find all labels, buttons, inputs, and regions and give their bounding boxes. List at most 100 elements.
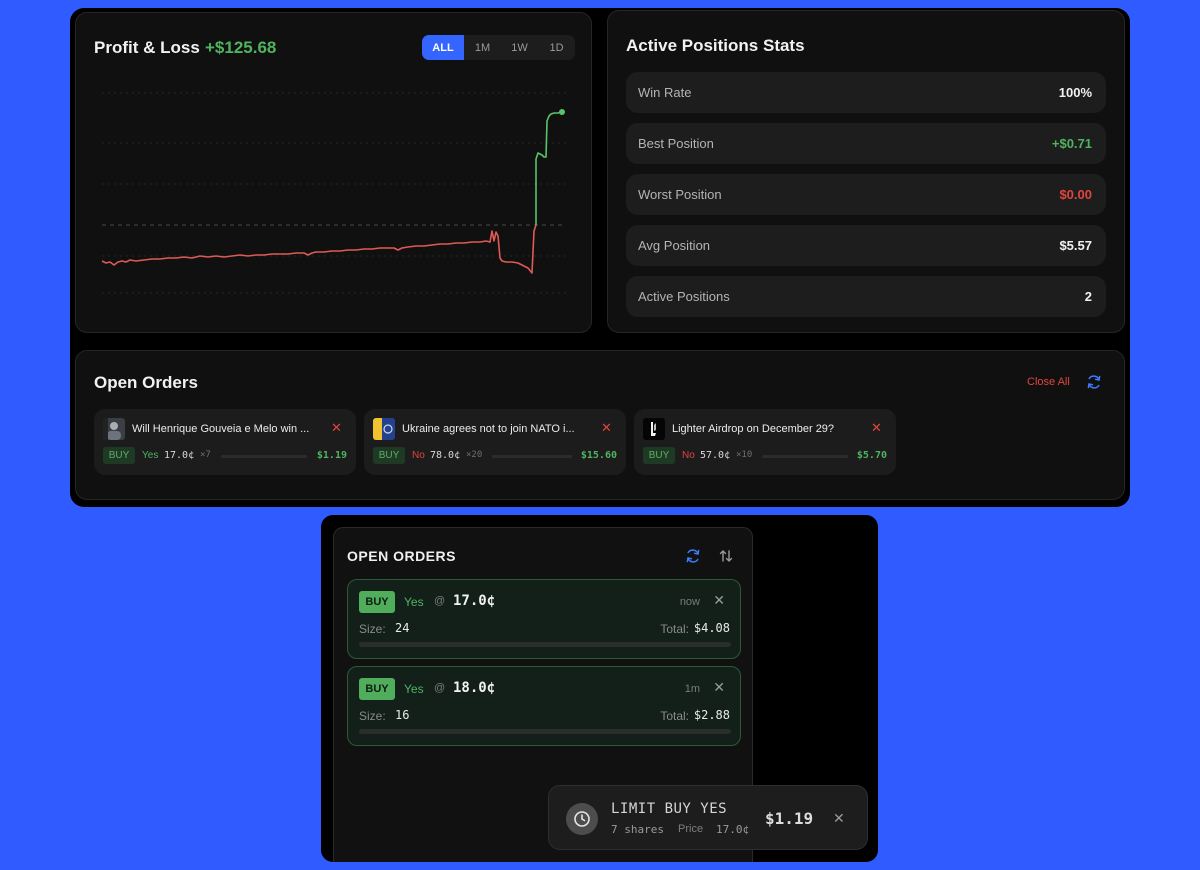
stats-card: Active Positions Stats Win Rate 100% Bes… xyxy=(607,10,1125,333)
total-label: Total: xyxy=(660,622,689,636)
stat-value: 100% xyxy=(1058,85,1092,100)
dashboard-frame: Profit & Loss +$125.68 ALL 1M 1W 1D Acti… xyxy=(70,8,1130,507)
order-time: now xyxy=(679,596,700,608)
toast-title: LIMIT BUY YES xyxy=(611,801,728,817)
pnl-card: Profit & Loss +$125.68 ALL 1M 1W 1D xyxy=(75,12,592,333)
order-fill-bar xyxy=(221,455,307,458)
cancel-order-icon[interactable]: ✕ xyxy=(331,421,342,434)
stat-value: $0.00 xyxy=(1059,187,1092,202)
range-tabs: ALL 1M 1W 1D xyxy=(422,35,575,60)
pnl-title: Profit & Loss xyxy=(94,38,200,57)
order-chip[interactable]: Lighter Airdrop on December 29? ✕ BUY No… xyxy=(634,409,896,475)
refresh-icon[interactable] xyxy=(1086,374,1102,390)
stat-value: 2 xyxy=(1084,289,1092,304)
order-type-badge: BUY xyxy=(103,447,135,464)
stats-title: Active Positions Stats xyxy=(626,36,805,55)
panel-title: OPEN ORDERS xyxy=(347,548,456,564)
stat-row-avg-position: Avg Position $5.57 xyxy=(626,225,1106,266)
order-market-title: Ukraine agrees not to join NATO i... xyxy=(402,423,575,435)
clock-icon xyxy=(566,803,598,835)
toast-price: 17.0¢ xyxy=(716,823,750,836)
order-price: 78.0¢ xyxy=(430,450,461,461)
stat-row-active-positions: Active Positions 2 xyxy=(626,276,1106,317)
order-time: 1m xyxy=(684,683,700,695)
order-side: Yes xyxy=(404,682,424,696)
order-type-badge: BUY xyxy=(643,447,675,464)
refresh-icon[interactable] xyxy=(685,548,701,564)
stat-row-worst-position: Worst Position $0.00 xyxy=(626,174,1106,215)
order-side: No xyxy=(412,450,425,461)
open-orders-title: Open Orders xyxy=(94,373,198,392)
stat-row-best-position: Best Position +$0.71 xyxy=(626,123,1106,164)
market-thumbnail-portrait xyxy=(103,418,125,440)
open-orders-card: Open Orders Close All Will Henrique Gouv… xyxy=(75,350,1125,500)
order-market-title: Lighter Airdrop on December 29? xyxy=(672,423,835,435)
stat-value: +$0.71 xyxy=(1051,136,1092,151)
cancel-order-icon[interactable]: ✕ xyxy=(601,421,612,434)
order-type-badge: BUY xyxy=(359,678,395,700)
order-fill-bar xyxy=(492,455,572,458)
stat-label: Worst Position xyxy=(638,187,722,202)
pnl-endpoint xyxy=(559,109,565,115)
market-thumbnail-logo xyxy=(643,418,665,440)
order-price: 57.0¢ xyxy=(700,450,731,461)
market-thumbnail-flag xyxy=(373,418,395,440)
order-at-symbol: @ xyxy=(434,595,446,607)
range-tab-1d[interactable]: 1D xyxy=(538,35,575,60)
total-label: Total: xyxy=(660,709,689,723)
close-icon[interactable]: ✕ xyxy=(713,680,725,694)
order-chip[interactable]: Will Henrique Gouveia e Melo win ... ✕ B… xyxy=(94,409,356,475)
order-type-badge: BUY xyxy=(359,591,395,613)
open-order-card[interactable]: BUY Yes @ 18.0¢ 1m ✕ Size: 16 Total: $2.… xyxy=(347,666,741,746)
order-quantity: ×7 xyxy=(200,450,211,460)
order-side: Yes xyxy=(142,450,159,461)
order-price: 17.0¢ xyxy=(164,450,195,461)
order-total: $2.88 xyxy=(693,708,730,722)
pnl-line-gain xyxy=(535,111,563,225)
toast-shares: 7 shares xyxy=(611,823,664,836)
close-all-button[interactable]: Close All xyxy=(1027,376,1070,388)
order-market-title: Will Henrique Gouveia e Melo win ... xyxy=(132,423,310,435)
order-side: Yes xyxy=(404,595,424,609)
order-total: $5.70 xyxy=(856,450,887,461)
order-quantity: ×20 xyxy=(466,450,483,460)
order-total: $4.08 xyxy=(693,621,730,635)
order-fill-bar xyxy=(762,455,848,458)
order-size: 16 xyxy=(395,708,410,722)
close-icon[interactable]: ✕ xyxy=(833,811,845,825)
cancel-order-icon[interactable]: ✕ xyxy=(871,421,882,434)
toast-price-label: Price xyxy=(678,823,704,835)
order-type-badge: BUY xyxy=(373,447,405,464)
order-chip[interactable]: Ukraine agrees not to join NATO i... ✕ B… xyxy=(364,409,626,475)
order-side: No xyxy=(682,450,695,461)
stat-row-win-rate: Win Rate 100% xyxy=(626,72,1106,113)
range-tab-1m[interactable]: 1M xyxy=(464,35,501,60)
open-order-card[interactable]: BUY Yes @ 17.0¢ now ✕ Size: 24 Total: $4… xyxy=(347,579,741,659)
stat-label: Active Positions xyxy=(638,289,730,304)
close-icon[interactable]: ✕ xyxy=(713,593,725,607)
stat-value: $5.57 xyxy=(1059,238,1092,253)
stat-label: Win Rate xyxy=(638,85,692,100)
order-total: $15.60 xyxy=(580,450,617,461)
range-tab-1w[interactable]: 1W xyxy=(501,35,538,60)
order-quantity: ×10 xyxy=(736,450,753,460)
range-tab-all[interactable]: ALL xyxy=(422,35,464,60)
side-panel-frame: OPEN ORDERS BUY Yes @ 17.0¢ now ✕ Size: … xyxy=(321,515,878,862)
order-price: 18.0¢ xyxy=(453,680,496,696)
size-label: Size: xyxy=(359,709,386,723)
toast-amount: $1.19 xyxy=(765,809,814,828)
pnl-chart xyxy=(101,92,566,294)
size-label: Size: xyxy=(359,622,386,636)
pnl-value: +$125.68 xyxy=(205,38,277,57)
stat-label: Avg Position xyxy=(638,238,711,253)
order-toast: LIMIT BUY YES 7 shares Price 17.0¢ $1.19… xyxy=(548,785,868,850)
sort-arrows-icon[interactable] xyxy=(718,548,734,564)
order-fill-bar xyxy=(359,642,731,647)
order-at-symbol: @ xyxy=(434,682,446,694)
pnl-line-loss xyxy=(101,224,537,274)
order-total: $1.19 xyxy=(316,450,347,461)
order-size: 24 xyxy=(395,621,410,635)
stat-label: Best Position xyxy=(638,136,714,151)
order-price: 17.0¢ xyxy=(453,593,496,609)
order-fill-bar xyxy=(359,729,731,734)
